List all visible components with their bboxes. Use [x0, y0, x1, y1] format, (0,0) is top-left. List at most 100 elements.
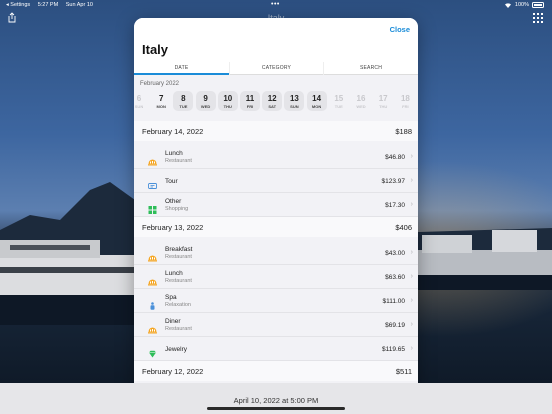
- section-date: February 13, 2022: [142, 223, 204, 232]
- day-8[interactable]: 8 TUE: [173, 91, 194, 111]
- share-icon[interactable]: [7, 12, 17, 23]
- expense-amount: $46.80: [385, 154, 405, 161]
- section-total: $188: [395, 127, 412, 136]
- day-number: 7: [158, 94, 164, 103]
- day-18[interactable]: 18 FRI: [395, 91, 415, 111]
- day-weekday: MON: [311, 104, 322, 109]
- chevron-right-icon: ›: [410, 201, 413, 208]
- day-17[interactable]: 17 THU: [373, 91, 393, 111]
- status-right: 100%: [504, 2, 544, 8]
- expense-row[interactable]: Jewelry $119.65 ›: [134, 337, 418, 361]
- chevron-right-icon: ›: [410, 321, 413, 328]
- expense-name: Breakfast: [165, 246, 193, 253]
- expense-row[interactable]: Spa Relaxation $111.00 ›: [134, 289, 418, 313]
- day-weekday: THU: [379, 104, 388, 109]
- chevron-right-icon: ›: [410, 345, 413, 352]
- chevron-right-icon: ›: [410, 177, 413, 184]
- day-weekday: SUN: [134, 104, 144, 109]
- expense-amount: $17.30: [385, 202, 405, 209]
- expense-amount: $123.97: [381, 178, 406, 185]
- status-bar: ◂ Settings 5:27 PM Sun Apr 10 ••• 100%: [0, 0, 552, 12]
- day-number: 14: [312, 94, 322, 103]
- expense-amount: $63.60: [385, 274, 405, 281]
- day-15[interactable]: 15 TUE: [329, 91, 349, 111]
- sheet-header: Close Italy: [134, 18, 418, 62]
- expense-name: Other: [165, 198, 182, 205]
- section-header: February 12, 2022 $511: [134, 361, 418, 381]
- day-weekday: THU: [223, 104, 232, 109]
- day-picker: 6 SUN 7 MON 8 TUE 9 WED 10 THU 11 FRI 12 SAT 13 SUN 14 MO…: [134, 91, 418, 113]
- day-weekday: SUN: [290, 104, 299, 109]
- expense-amount: $119.65: [381, 346, 405, 353]
- day-number: 17: [378, 94, 388, 103]
- ticket-icon: [148, 177, 157, 189]
- day-number: 11: [245, 94, 255, 103]
- day-10[interactable]: 10 THU: [217, 91, 238, 111]
- bottom-date: April 10, 2022 at 5:00 PM: [233, 396, 319, 405]
- grid-menu-icon[interactable]: [533, 13, 543, 23]
- status-time: 5:27 PM: [37, 2, 59, 8]
- expense-name: Tour: [165, 178, 178, 185]
- day-7[interactable]: 7 MON: [151, 91, 171, 111]
- expense-row[interactable]: Lunch Restaurant $46.80 ›: [134, 145, 418, 169]
- expense-row[interactable]: Breakfast Restaurant $43.00 ›: [134, 241, 418, 265]
- sheet-title: Italy: [142, 42, 169, 57]
- back-to-app-link[interactable]: ◂ Settings: [6, 2, 30, 8]
- expense-category: Restaurant: [165, 254, 192, 260]
- battery-percent: 100%: [514, 2, 529, 8]
- expense-name: Lunch: [165, 270, 183, 277]
- day-weekday: FRI: [246, 104, 254, 109]
- day-weekday: TUE: [179, 104, 188, 109]
- day-number: 6: [136, 94, 142, 103]
- day-13[interactable]: 13 SUN: [284, 91, 305, 111]
- chevron-right-icon: ›: [410, 153, 413, 160]
- expense-amount: $43.00: [385, 250, 405, 257]
- expense-row[interactable]: Other Shopping $17.30 ›: [134, 193, 418, 217]
- day-weekday: WED: [356, 104, 366, 109]
- expense-amount: $111.00: [382, 298, 405, 305]
- day-weekday: WED: [200, 104, 211, 109]
- day-9[interactable]: 9 WED: [195, 91, 216, 111]
- restaurant-icon: [148, 249, 157, 262]
- day-weekday: FRI: [402, 104, 409, 109]
- day-14[interactable]: 14 MON: [306, 91, 327, 111]
- day-number: 12: [267, 94, 277, 103]
- day-number: 8: [181, 94, 186, 103]
- day-12[interactable]: 12 SAT: [262, 91, 283, 111]
- close-button[interactable]: Close: [390, 25, 410, 34]
- section-header: February 14, 2022 $188: [134, 121, 418, 141]
- active-tab-indicator: [134, 73, 229, 75]
- expense-category: Restaurant: [165, 158, 192, 164]
- day-11[interactable]: 11 FRI: [240, 91, 260, 111]
- expense-category: Shopping: [165, 206, 189, 212]
- jewelry-icon: [148, 345, 157, 358]
- chevron-right-icon: ›: [410, 249, 413, 256]
- day-6[interactable]: 6 SUN: [134, 91, 149, 111]
- day-16[interactable]: 16 WED: [351, 91, 371, 111]
- expense-name: Jewelry: [165, 346, 188, 353]
- expense-row[interactable]: Tour $123.97 ›: [134, 169, 418, 193]
- expense-row[interactable]: Lunch Restaurant $63.60 ›: [134, 265, 418, 289]
- day-number: 10: [223, 94, 233, 103]
- wifi-icon: [504, 3, 511, 8]
- day-number: 13: [289, 94, 299, 103]
- chevron-right-icon: ›: [410, 273, 413, 280]
- spa-icon: [148, 297, 157, 310]
- chevron-right-icon: ›: [410, 297, 413, 304]
- multitasking-dots-icon[interactable]: •••: [271, 1, 280, 8]
- yacht-image: [0, 240, 150, 325]
- expense-name: Diner: [165, 318, 181, 325]
- section-date: February 14, 2022: [142, 127, 204, 136]
- day-number: 16: [356, 94, 366, 103]
- section-header: February 13, 2022 $406: [134, 217, 418, 237]
- tab-category[interactable]: CATEGORY: [229, 62, 323, 75]
- status-left: ◂ Settings 5:27 PM Sun Apr 10: [6, 2, 99, 8]
- day-number: 9: [203, 94, 208, 103]
- day-weekday: TUE: [334, 104, 343, 109]
- restaurant-icon: [148, 273, 157, 286]
- expense-row[interactable]: Diner Restaurant $69.19 ›: [134, 313, 418, 337]
- tab-search[interactable]: SEARCH: [323, 62, 418, 75]
- section-date: February 12, 2022: [142, 367, 204, 376]
- day-number: 18: [400, 94, 410, 103]
- expenses-sheet: Close Italy DATE CATEGORY SEARCH Februar…: [134, 18, 418, 396]
